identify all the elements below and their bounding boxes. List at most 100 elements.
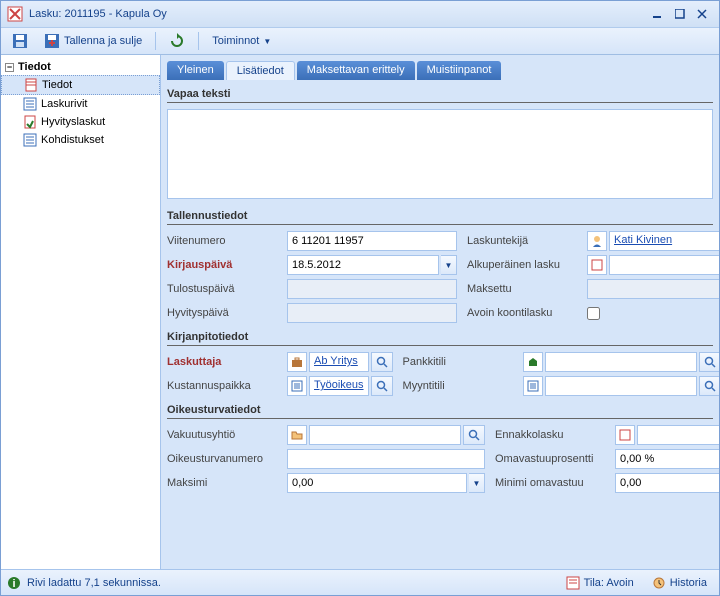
tab-strip: Yleinen Lisätiedot Maksettavan erittely … bbox=[167, 61, 713, 80]
status-historia-label: Historia bbox=[670, 577, 707, 589]
save-button[interactable] bbox=[5, 29, 35, 53]
tree-root-label: Tiedot bbox=[18, 61, 51, 73]
sidebar-item-hyvityslaskut[interactable]: Hyvityslaskut bbox=[1, 113, 160, 131]
ennakkolasku-input[interactable] bbox=[637, 425, 719, 445]
avoin-koonti-checkbox[interactable] bbox=[587, 307, 600, 320]
sidebar-item-label: Tiedot bbox=[42, 79, 72, 91]
tab-label: Yleinen bbox=[177, 64, 214, 76]
sidebar-item-kohdistukset[interactable]: Kohdistukset bbox=[1, 131, 160, 149]
tab-label: Muistiinpanot bbox=[427, 64, 492, 76]
tab-maksettavan-erittely[interactable]: Maksettavan erittely bbox=[297, 61, 415, 80]
tab-yleinen[interactable]: Yleinen bbox=[167, 61, 224, 80]
person-icon bbox=[587, 231, 607, 251]
list-icon bbox=[23, 133, 37, 147]
briefcase-icon bbox=[287, 352, 307, 372]
dropdown-button[interactable]: ▼ bbox=[469, 473, 485, 493]
label-pankkitili: Pankkitili bbox=[403, 356, 513, 368]
label-omavastuupros: Omavastuuprosentti bbox=[495, 453, 605, 465]
tab-muistiinpanot[interactable]: Muistiinpanot bbox=[417, 61, 502, 80]
maksimi-input[interactable] bbox=[287, 473, 467, 493]
search-button[interactable] bbox=[699, 352, 719, 372]
kirjauspaiva-input[interactable] bbox=[287, 255, 439, 275]
tab-label: Lisätiedot bbox=[237, 65, 284, 77]
laskuntekija-link[interactable]: Kati Kivinen bbox=[609, 231, 719, 251]
status-bar: i Rivi ladattu 7,1 sekunnissa. Tila: Avo… bbox=[1, 569, 719, 595]
sidebar-item-label: Hyvityslaskut bbox=[41, 116, 105, 128]
kustannuspaikka-link[interactable]: Työoikeus bbox=[309, 376, 369, 396]
close-button[interactable] bbox=[691, 5, 713, 23]
date-dropdown-button[interactable]: ▼ bbox=[441, 255, 457, 275]
invoice-icon bbox=[615, 425, 635, 445]
invoice-icon bbox=[587, 255, 607, 275]
label-laskuttaja: Laskuttaja bbox=[167, 356, 277, 368]
search-icon bbox=[376, 380, 388, 392]
maximize-button[interactable] bbox=[669, 5, 691, 23]
tab-lisatiedot[interactable]: Lisätiedot bbox=[226, 61, 295, 80]
search-button[interactable] bbox=[371, 352, 393, 372]
chevron-down-icon: ▼ bbox=[263, 37, 271, 46]
folder-icon bbox=[287, 425, 307, 445]
pankkitili-input[interactable] bbox=[545, 352, 697, 372]
tree-collapse-icon[interactable]: − bbox=[5, 63, 14, 72]
section-legal: Oikeusturvatiedot bbox=[167, 404, 713, 419]
status-historia[interactable]: Historia bbox=[646, 574, 713, 592]
alkup-lasku-input[interactable] bbox=[609, 255, 719, 275]
sidebar-item-label: Laskurivit bbox=[41, 98, 87, 110]
label-minimi-omavastuu: Minimi omavastuu bbox=[495, 477, 605, 489]
sidebar-item-tiedot[interactable]: Tiedot bbox=[1, 75, 160, 95]
minimize-button[interactable] bbox=[647, 5, 669, 23]
tulostuspaiva-input bbox=[287, 279, 457, 299]
toolbar-separator bbox=[198, 32, 199, 50]
search-icon bbox=[704, 356, 716, 368]
refresh-icon bbox=[169, 33, 185, 49]
search-button[interactable] bbox=[699, 376, 719, 396]
section-accounting: Kirjanpitotiedot bbox=[167, 331, 713, 346]
label-viitenumero: Viitenumero bbox=[167, 235, 277, 247]
viitenumero-input[interactable] bbox=[287, 231, 457, 251]
status-tila[interactable]: Tila: Avoin bbox=[560, 574, 640, 592]
label-myyntitili: Myyntitili bbox=[403, 380, 513, 392]
credit-icon bbox=[23, 115, 37, 129]
bank-icon bbox=[523, 352, 543, 372]
tree-root[interactable]: − Tiedot bbox=[1, 59, 160, 75]
maksettu-input bbox=[587, 279, 719, 299]
free-text-input[interactable] bbox=[167, 109, 713, 199]
search-button[interactable] bbox=[463, 425, 485, 445]
list-icon bbox=[287, 376, 307, 396]
vakuutusyhtio-input[interactable] bbox=[309, 425, 461, 445]
list-icon bbox=[523, 376, 543, 396]
status-tila-label: Tila: Avoin bbox=[584, 577, 634, 589]
history-icon bbox=[652, 576, 666, 590]
laskuttaja-link[interactable]: Ab Yritys bbox=[309, 352, 369, 372]
label-tulostuspaiva: Tulostuspäivä bbox=[167, 283, 277, 295]
label-ennakkolasku: Ennakkolasku bbox=[495, 429, 605, 441]
sidebar-item-laskurivit[interactable]: Laskurivit bbox=[1, 95, 160, 113]
status-icon bbox=[566, 576, 580, 590]
app-icon bbox=[7, 6, 23, 22]
omavastuupros-input[interactable] bbox=[615, 449, 719, 469]
myyntitili-input[interactable] bbox=[545, 376, 697, 396]
oikeusturvanumero-input[interactable] bbox=[287, 449, 485, 469]
section-save-info: Tallennustiedot bbox=[167, 210, 713, 225]
search-button[interactable] bbox=[371, 376, 393, 396]
save-close-icon bbox=[44, 33, 60, 49]
actions-label: Toiminnot bbox=[212, 35, 259, 47]
toolbar-separator bbox=[155, 32, 156, 50]
title-bar: Lasku: 2011195 - Kapula Oy bbox=[1, 1, 719, 27]
sidebar-item-label: Kohdistukset bbox=[41, 134, 104, 146]
search-icon bbox=[704, 380, 716, 392]
label-alkup-lasku: Alkuperäinen lasku bbox=[467, 259, 577, 271]
main-panel: Yleinen Lisätiedot Maksettavan erittely … bbox=[161, 55, 719, 569]
label-avoin-koonti: Avoin koontilasku bbox=[467, 307, 577, 319]
section-free-text: Vapaa teksti bbox=[167, 88, 713, 103]
refresh-button[interactable] bbox=[162, 29, 192, 53]
minimi-omavastuu-input[interactable] bbox=[615, 473, 719, 493]
svg-text:i: i bbox=[12, 578, 15, 590]
label-vakuutusyhtio: Vakuutusyhtiö bbox=[167, 429, 277, 441]
label-oikeusturvanumero: Oikeusturvanumero bbox=[167, 453, 277, 465]
label-maksimi: Maksimi bbox=[167, 477, 277, 489]
actions-menu[interactable]: Toiminnot ▼ bbox=[205, 31, 278, 51]
tab-label: Maksettavan erittely bbox=[307, 64, 405, 76]
label-hyvityspaiva: Hyvityspäivä bbox=[167, 307, 277, 319]
save-and-close-button[interactable]: Tallenna ja sulje bbox=[37, 29, 149, 53]
